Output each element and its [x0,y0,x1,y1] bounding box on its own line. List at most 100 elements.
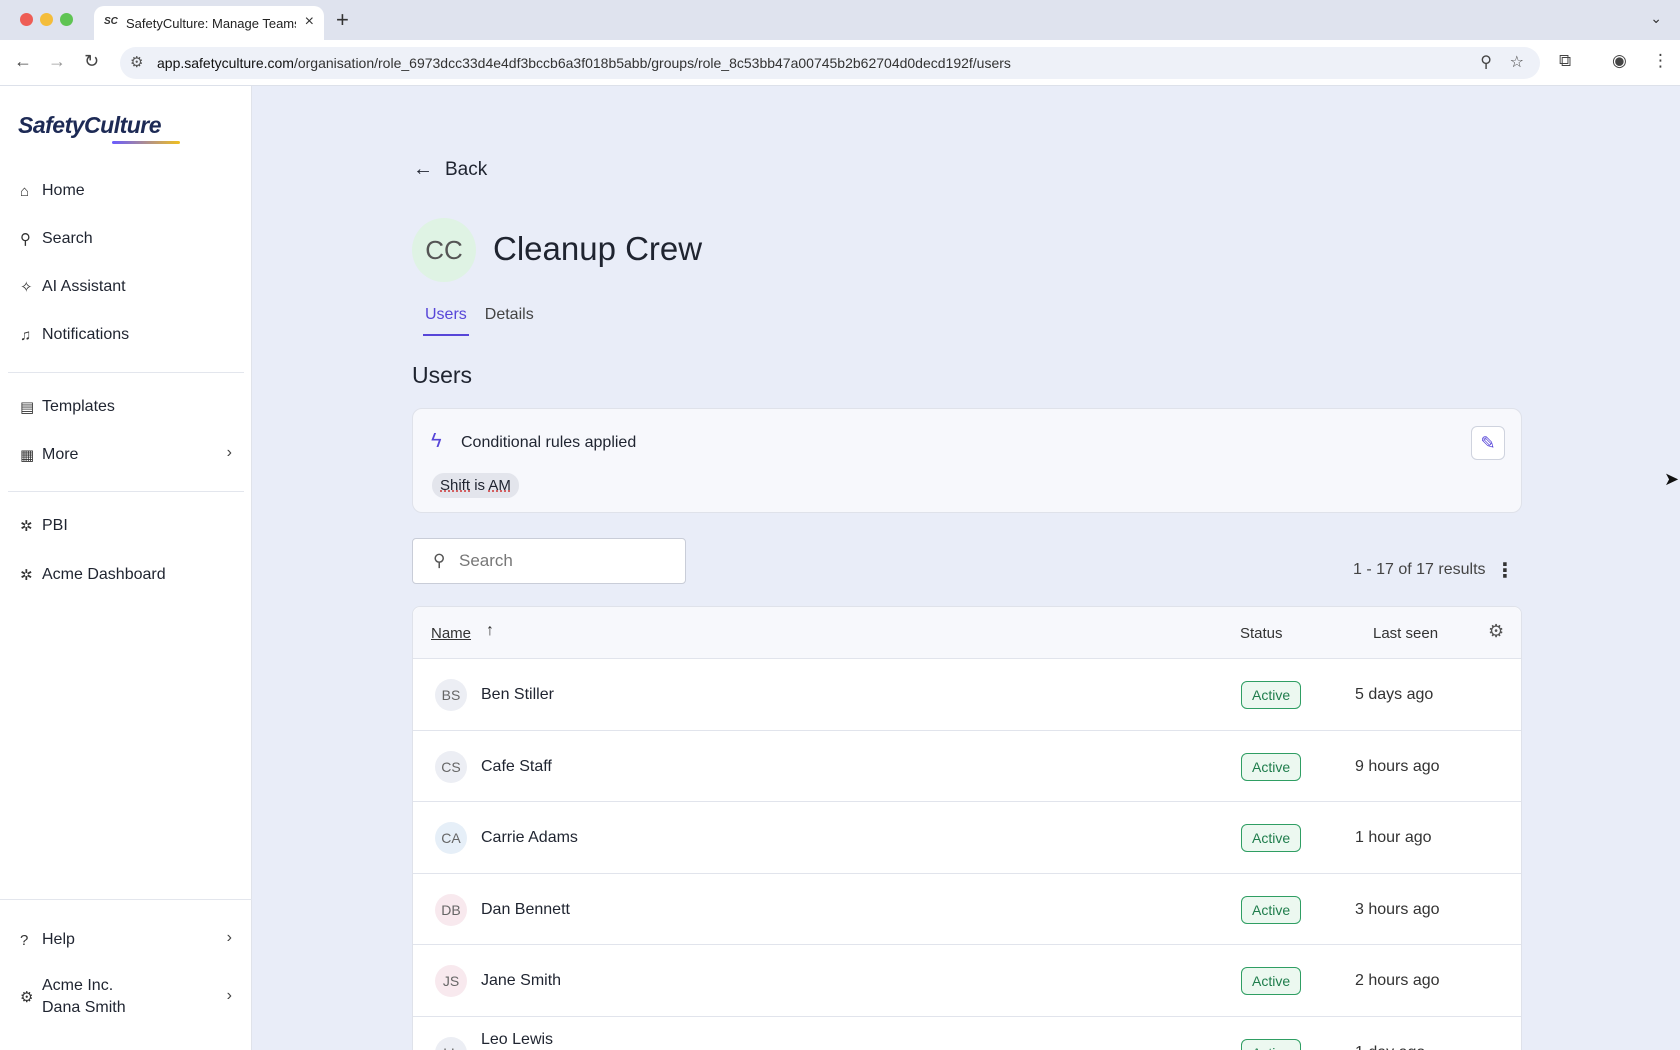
conditional-rules-card: ϟ Conditional rules applied Shift is AM … [412,408,1522,513]
grid-icon: ▦ [20,447,35,464]
search-field[interactable]: ⚲ [412,538,686,584]
results-count: 1 - 17 of 17 results [1353,561,1486,578]
user-name[interactable]: Leo Lewis [481,1031,553,1049]
browser-tab-bar: SC SafetyCulture: Manage Teams × + ⌄ [0,0,1680,40]
team-avatar: CC [412,218,476,282]
settings-gear-icon: ⚙ [20,989,34,1006]
avatar: JS [435,965,467,997]
back-button[interactable]: ← Back [413,158,487,181]
table-row[interactable]: BS Ben Stiller Active 5 days ago [413,659,1521,731]
status-badge: Active [1241,1038,1302,1050]
more-options-icon[interactable]: ⋮ [1495,558,1515,583]
sidebar-divider [0,899,252,900]
chevron-right-icon: › [226,987,232,1004]
sidebar-divider [8,372,244,373]
avatar: CA [435,822,467,854]
last-seen: 3 hours ago [1355,900,1440,918]
safetyculture-logo[interactable]: SafetyCulture [18,112,162,139]
chrome-menu-icon[interactable]: ⋮ [1652,51,1669,71]
search-icon: ⚲ [20,231,31,248]
column-header-last-seen: Last seen [1373,625,1439,642]
sidebar-item-more[interactable]: ▦ More › [20,440,232,470]
chevron-down-icon[interactable]: ⌄ [1650,10,1662,27]
logo-underline [112,141,180,144]
home-icon: ⌂ [20,182,30,200]
sidebar-item-ai-assistant[interactable]: ✧ AI Assistant [20,272,232,302]
lightning-icon: ϟ [431,430,442,452]
column-header-name[interactable]: Name [431,625,471,642]
tab-details[interactable]: Details [485,306,534,336]
pencil-icon: ✎ [1480,432,1496,453]
user-name: Dana Smith [42,999,126,1016]
chevron-right-icon: › [226,444,232,461]
table-row[interactable]: DB Dan Bennett Active 3 hours ago [413,874,1521,945]
forward-arrow-icon[interactable]: → [48,51,66,72]
zoom-icon[interactable]: ⚲ [1480,52,1492,72]
address-bar[interactable]: ⚙ app.safetyculture.com/organisation/rol… [120,47,1540,79]
section-title: Users [412,362,473,388]
table-header: Name ↑ Status Last seen ⚙ [413,607,1521,659]
user-name[interactable]: Carrie Adams [481,829,578,847]
sidebar-item-templates[interactable]: ▤ Templates [20,392,232,422]
puzzle-icon: ✲ [20,567,33,584]
window-minimize-button[interactable] [40,13,53,26]
new-tab-button[interactable]: + [336,7,349,33]
browser-tab[interactable]: SC SafetyCulture: Manage Teams × [94,6,324,40]
sidebar-item-notifications[interactable]: ♫ Notifications [20,320,232,350]
reload-icon[interactable]: ↻ [84,51,99,72]
avatar: DB [435,893,467,926]
sidebar: SafetyCulture ⌂ Home ⚲ Search ✧ AI Assis… [0,86,252,1050]
user-name[interactable]: Dan Bennett [481,901,570,919]
last-seen: 1 day ago [1355,1044,1425,1050]
column-settings-icon[interactable]: ⚙ [1488,621,1504,642]
sidebar-item-pbi[interactable]: ✲ PBI [20,511,232,541]
sidebar-item-home[interactable]: ⌂ Home [20,176,232,206]
last-seen: 1 hour ago [1355,829,1432,846]
user-name[interactable]: Cafe Staff [481,758,552,776]
search-input[interactable] [459,549,669,573]
table-row[interactable]: LL Leo Lewis Active 1 day ago [413,1017,1521,1050]
browser-toolbar: ← → ↻ ⚙ app.safetyculture.com/organisati… [0,40,1680,86]
column-header-status: Status [1240,625,1283,642]
table-row[interactable]: CS Cafe Staff Active 9 hours ago [413,731,1521,802]
rules-title: Conditional rules applied [461,434,637,451]
last-seen: 2 hours ago [1355,972,1440,989]
sidebar-divider [8,491,244,492]
profile-icon[interactable]: ◉ [1612,51,1627,71]
back-arrow-icon: ← [413,158,433,180]
sort-ascending-icon[interactable]: ↑ [486,622,494,640]
window-zoom-button[interactable] [60,13,73,26]
window-close-button[interactable] [20,13,33,26]
mouse-cursor-icon: ➤ [1664,469,1680,489]
user-name[interactable]: Jane Smith [481,972,561,990]
rule-chip: Shift is AM [432,473,519,498]
url-text[interactable]: app.safetyculture.com/organisation/role_… [157,55,1011,71]
sidebar-item-acme-dashboard[interactable]: ✲ Acme Dashboard [20,560,232,590]
ai-sparkle-icon: ✧ [20,279,33,296]
puzzle-icon: ✲ [20,518,33,535]
table-row[interactable]: CA Carrie Adams Active 1 hour ago [413,802,1521,874]
back-arrow-icon[interactable]: ← [14,51,32,72]
bell-icon: ♫ [20,326,32,344]
edit-rules-button[interactable]: ✎ [1471,426,1505,460]
status-badge: Active [1241,824,1302,852]
sidebar-item-search[interactable]: ⚲ Search [20,224,232,254]
table-row[interactable]: JS Jane Smith Active 2 hours ago [413,945,1521,1017]
main-content: ← Back CC Cleanup Crew Users Details Use… [253,86,1680,1050]
last-seen: 9 hours ago [1355,757,1440,775]
last-seen: 5 days ago [1355,686,1434,703]
bookmark-star-icon[interactable]: ☆ [1510,52,1524,72]
tab-users[interactable]: Users [423,306,469,336]
tabs: Users Details [423,306,534,336]
status-badge: Active [1241,967,1302,995]
sidebar-account[interactable]: ⚙ Acme Inc. Dana Smith › [20,973,232,1021]
avatar: CS [435,750,467,783]
status-badge: Active [1241,895,1302,924]
extensions-icon[interactable]: ⧉ [1559,51,1571,71]
users-table: Name ↑ Status Last seen ⚙ BS Ben Stiller A… [412,606,1522,1050]
sidebar-item-help[interactable]: ? Help › [20,925,232,955]
user-name[interactable]: Ben Stiller [481,686,554,704]
templates-icon: ▤ [20,399,35,416]
site-settings-icon[interactable]: ⚙ [130,53,143,71]
close-icon[interactable]: × [305,13,314,31]
